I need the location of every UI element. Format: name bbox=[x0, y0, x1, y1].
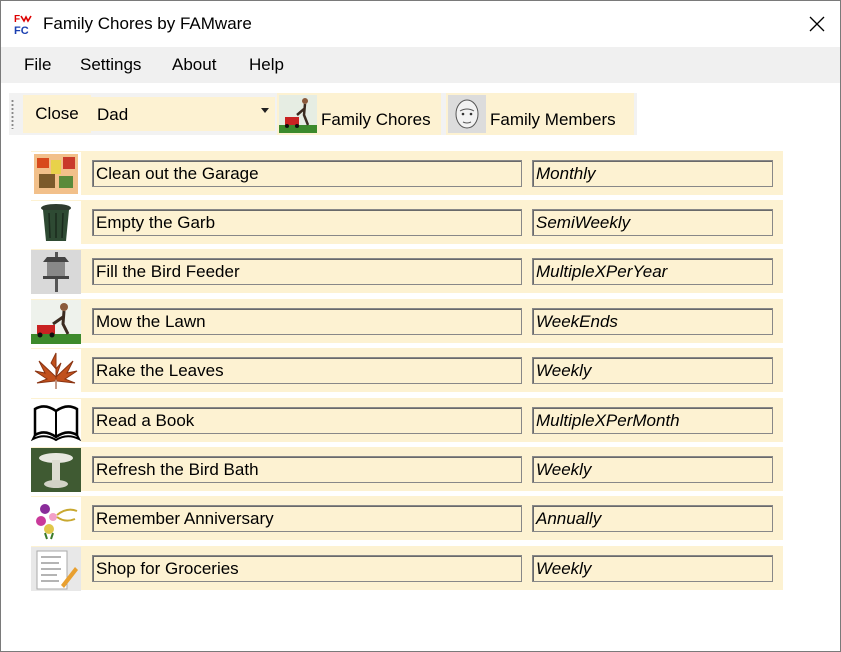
chore-frequency: MultipleXPerMonth bbox=[536, 411, 680, 430]
chore-name: Rake the Leaves bbox=[96, 361, 224, 380]
lawn-mower-icon bbox=[279, 95, 317, 133]
chore-frequency-field[interactable]: Weekly bbox=[532, 555, 773, 582]
garage-icon bbox=[31, 152, 81, 196]
shopping-list-icon bbox=[31, 547, 81, 591]
lawn-mower-icon bbox=[31, 300, 81, 344]
menu-about[interactable]: About bbox=[172, 55, 216, 75]
svg-text:F: F bbox=[14, 14, 20, 25]
fc-app-icon: F FC bbox=[14, 14, 32, 35]
window-title: Family Chores by FAMware bbox=[43, 14, 252, 33]
close-icon bbox=[809, 16, 825, 32]
toolbar-grip[interactable] bbox=[11, 99, 14, 129]
close-window-button[interactable] bbox=[794, 1, 840, 47]
chore-row: Mow the Lawn WeekEnds bbox=[31, 299, 783, 344]
chore-row: Empty the Garb SemiWeekly bbox=[31, 200, 783, 245]
family-chores-label: Family Chores bbox=[321, 110, 431, 129]
chore-name-field[interactable]: Clean out the Garage bbox=[92, 160, 522, 187]
svg-text:FC: FC bbox=[14, 25, 29, 35]
chore-name: Mow the Lawn bbox=[96, 312, 206, 331]
chore-frequency: Weekly bbox=[536, 559, 592, 578]
chore-name: Empty the Garb bbox=[96, 213, 216, 232]
family-members-label: Family Members bbox=[490, 110, 616, 129]
chore-name: Shop for Groceries bbox=[96, 559, 239, 578]
chore-name-field[interactable]: Fill the Bird Feeder bbox=[92, 258, 522, 285]
chore-frequency: Weekly bbox=[536, 361, 592, 380]
chore-row: Shop for Groceries Weekly bbox=[31, 546, 783, 591]
chore-name: Remember Anniversary bbox=[96, 509, 274, 528]
chore-row: Fill the Bird Feeder MultipleXPerYear bbox=[31, 249, 783, 294]
menu-help[interactable]: Help bbox=[249, 55, 284, 75]
flowers-icon bbox=[31, 497, 81, 541]
chore-frequency-field[interactable]: MultipleXPerMonth bbox=[532, 407, 773, 434]
menu-settings[interactable]: Settings bbox=[80, 55, 141, 75]
chore-frequency-field[interactable]: Weekly bbox=[532, 357, 773, 384]
chore-frequency-field[interactable]: Monthly bbox=[532, 160, 773, 187]
chore-frequency-field[interactable]: SemiWeekly bbox=[532, 209, 773, 236]
chore-name-field[interactable]: Remember Anniversary bbox=[92, 505, 522, 532]
chore-name: Clean out the Garage bbox=[96, 164, 259, 183]
chore-name-field[interactable]: Rake the Leaves bbox=[92, 357, 522, 384]
chore-frequency-field[interactable]: WeekEnds bbox=[532, 308, 773, 335]
chore-frequency: WeekEnds bbox=[536, 312, 618, 331]
chore-row: Rake the Leaves Weekly bbox=[31, 348, 783, 393]
chore-frequency-field[interactable]: MultipleXPerYear bbox=[532, 258, 773, 285]
chore-name-field[interactable]: Refresh the Bird Bath bbox=[92, 456, 522, 483]
chore-name: Refresh the Bird Bath bbox=[96, 460, 259, 479]
chore-frequency-field[interactable]: Weekly bbox=[532, 456, 773, 483]
title-bar[interactable]: F FC Family Chores by FAMware bbox=[1, 1, 840, 47]
menu-bar: File Settings About Help bbox=[1, 47, 840, 83]
book-icon bbox=[31, 399, 81, 443]
family-members-button[interactable]: Family Members bbox=[446, 93, 634, 135]
bird-feeder-icon bbox=[31, 250, 81, 294]
close-button[interactable]: Close bbox=[23, 95, 91, 133]
chore-frequency: SemiWeekly bbox=[536, 213, 631, 232]
leaf-icon bbox=[31, 349, 81, 393]
chore-name: Fill the Bird Feeder bbox=[96, 262, 240, 281]
chore-row: Read a Book MultipleXPerMonth bbox=[31, 398, 783, 443]
chore-name-field[interactable]: Mow the Lawn bbox=[92, 308, 522, 335]
chore-name-field[interactable]: Read a Book bbox=[92, 407, 522, 434]
chore-name-field[interactable]: Empty the Garb bbox=[92, 209, 522, 236]
person-portrait-icon bbox=[448, 95, 486, 133]
chore-frequency: Weekly bbox=[536, 460, 592, 479]
member-select-value: Dad bbox=[97, 105, 129, 124]
chore-name: Read a Book bbox=[96, 411, 195, 430]
chore-frequency: MultipleXPerYear bbox=[536, 262, 668, 281]
chore-frequency-field[interactable]: Annually bbox=[532, 505, 773, 532]
family-chores-button[interactable]: Family Chores bbox=[277, 93, 441, 135]
bird-bath-icon bbox=[31, 448, 81, 492]
chore-row: Clean out the Garage Monthly bbox=[31, 151, 783, 196]
toolbar: Close Dad Family Chores Family Members bbox=[9, 93, 637, 135]
chore-frequency: Annually bbox=[536, 509, 602, 528]
chore-frequency: Monthly bbox=[536, 164, 596, 183]
member-select[interactable]: Dad bbox=[91, 97, 275, 131]
garbage-can-icon bbox=[31, 201, 81, 245]
app-window: F FC Family Chores by FAMware File Setti… bbox=[0, 0, 841, 652]
chore-row: Refresh the Bird Bath Weekly bbox=[31, 447, 783, 492]
menu-file[interactable]: File bbox=[24, 55, 51, 75]
chevron-down-icon[interactable] bbox=[261, 108, 269, 113]
chore-name-field[interactable]: Shop for Groceries bbox=[92, 555, 522, 582]
chore-row: Remember Anniversary Annually bbox=[31, 496, 783, 541]
